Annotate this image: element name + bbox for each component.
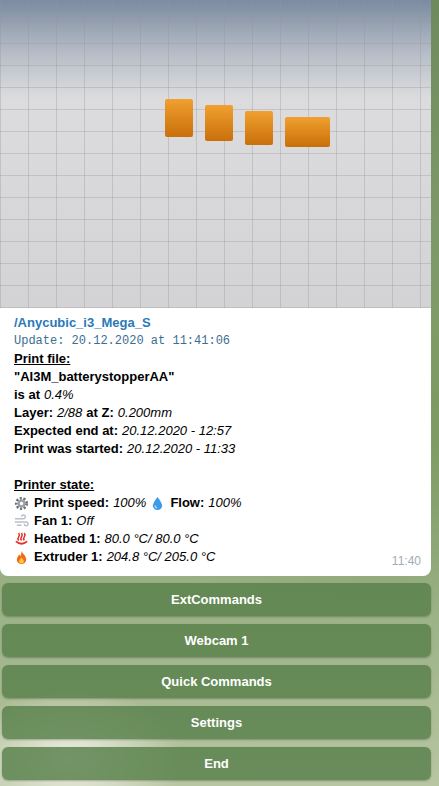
info-line: Layer:2/88at Z: 0.200mm — [14, 404, 417, 422]
keyboard-button[interactable]: Webcam 1 — [2, 624, 431, 657]
info-section: Printer state:Print speed:100%Flow:100%F… — [14, 476, 417, 566]
bot-keyboard: ExtCommands Webcam 1 Quick Commands Setting… — [0, 576, 431, 780]
info-line: Print speed:100%Flow:100% — [14, 494, 417, 512]
info-value: 80.0 °C/ 80.0 °C — [104, 530, 198, 548]
info-value: 204.8 °C/ 205.0 °C — [107, 548, 216, 566]
gear-icon — [14, 496, 29, 511]
info-value: 0.200mm — [118, 404, 172, 422]
bot-message: /Anycubic_i3_Mega_SUpdate: 20.12.2020 at… — [0, 0, 431, 576]
model-render — [165, 95, 335, 150]
info-line: "AI3M_batterystopperAA" — [14, 368, 417, 386]
keyboard-button[interactable]: ExtCommands — [2, 583, 431, 616]
info-label: Flow: — [170, 494, 204, 512]
info-label: at Z: — [86, 404, 113, 422]
message-time: 11:40 — [392, 552, 421, 570]
info-line: Print was started:20.12.2020 - 11:33 — [14, 440, 417, 458]
info-value: 100% — [113, 494, 146, 512]
info-value: 20.12.2020 - 11:33 — [127, 440, 235, 458]
info-label: Print speed: — [34, 494, 109, 512]
flame-icon — [14, 550, 29, 565]
printer-link[interactable]: /Anycubic_i3_Mega_S — [14, 314, 417, 332]
drop-icon — [150, 496, 165, 511]
info-line: Fan 1:Off — [14, 512, 417, 530]
message-body: /Anycubic_i3_Mega_SUpdate: 20.12.2020 at… — [0, 308, 431, 576]
info-line: Extruder 1:204.8 °C/ 205.0 °C — [14, 548, 417, 566]
info-line: Heatbed 1:80.0 °C/ 80.0 °C — [14, 530, 417, 548]
section-heading: Print file: — [14, 350, 417, 368]
info-section: Print file:"AI3M_batterystopperAA"is at0… — [14, 350, 417, 458]
keyboard-button[interactable]: Settings — [2, 706, 431, 739]
heat-icon — [14, 532, 29, 547]
info-label: Expected end at: — [14, 422, 118, 440]
info-label: Print was started: — [14, 440, 123, 458]
info-label: Fan 1: — [34, 512, 72, 530]
info-label: Layer: — [14, 404, 53, 422]
info-label: "AI3M_batterystopperAA" — [14, 368, 174, 386]
info-value: 20.12.2020 - 12:57 — [122, 422, 231, 440]
section-heading: Printer state: — [14, 476, 417, 494]
update-time: Update: 20.12.2020 at 11:41:06 — [14, 332, 417, 350]
info-value: Off — [76, 512, 93, 530]
info-value: 0.4% — [44, 386, 74, 404]
info-label: Extruder 1: — [34, 548, 103, 566]
info-value: 2/88 — [57, 404, 82, 422]
info-line: is at0.4% — [14, 386, 417, 404]
print-preview-image — [0, 0, 431, 308]
keyboard-button[interactable]: End — [2, 747, 431, 780]
chat-view: /Anycubic_i3_Mega_SUpdate: 20.12.2020 at… — [0, 0, 439, 786]
keyboard-button[interactable]: Quick Commands — [2, 665, 431, 698]
info-line: Expected end at:20.12.2020 - 12:57 — [14, 422, 417, 440]
info-label: is at — [14, 386, 40, 404]
fan-icon — [14, 514, 29, 529]
info-label: Heatbed 1: — [34, 530, 100, 548]
info-value: 100% — [208, 494, 241, 512]
